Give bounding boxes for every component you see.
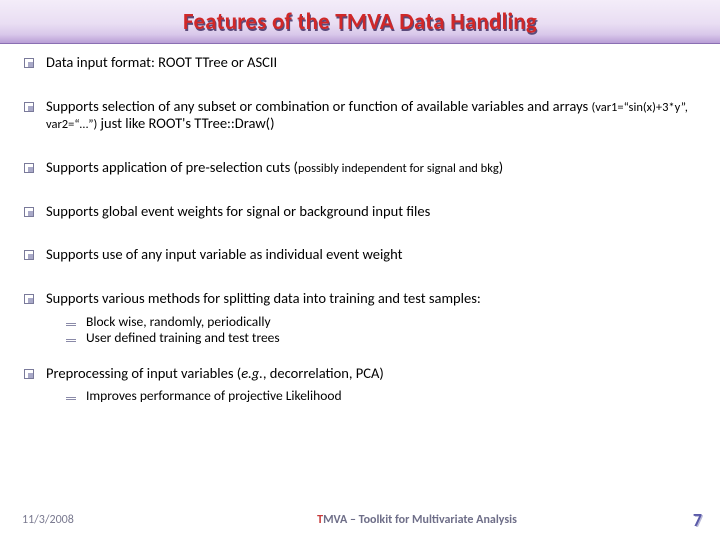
bullet-3-text-b: possibly independent for signal and bkg (298, 161, 499, 176)
bullet-7: Preprocessing of input variables (e.g., … (20, 365, 700, 383)
title-front: Features of the TMVA Data Handling (183, 8, 537, 36)
bullet-7-text-b: e.g. (241, 364, 263, 382)
bullet-3: Supports application of pre-selection cu… (20, 159, 700, 177)
slide: Features of the TMVA Data Handling Featu… (0, 0, 720, 540)
footer-date: 11/3/2008 (22, 513, 162, 527)
page-number: 7 7 (672, 509, 702, 531)
footer-center: TMVA – Toolkit for Multivariate Analysis (317, 513, 517, 527)
square-bullet-icon (24, 58, 34, 68)
bullet-5: Supports use of any input variable as in… (20, 246, 700, 264)
square-bullet-icon (24, 294, 34, 304)
bullet-5-text: Supports use of any input variable as in… (46, 246, 402, 264)
bullet-7-text: Preprocessing of input variables (e.g., … (46, 365, 384, 383)
square-bullet-icon (24, 207, 34, 217)
slide-title: Features of the TMVA Data Handling Featu… (183, 8, 537, 36)
bullet-6-text: Supports various methods for splitting d… (46, 290, 481, 308)
bullet-1: Data input format: ROOT TTree or ASCII (20, 54, 700, 72)
bullet-1-text: Data input format: ROOT TTree or ASCII (46, 54, 277, 72)
square-bullet-icon (24, 369, 34, 379)
dash-bullet-icon (66, 336, 76, 342)
square-bullet-icon (24, 102, 34, 112)
bullet-6: Supports various methods for splitting d… (20, 290, 700, 308)
bullet-4: Supports global event weights for signal… (20, 203, 700, 221)
bullet-2-text-a: Supports selection of any subset or comb… (46, 97, 591, 115)
bullet-6-sub-2-text: User defined training and test trees (86, 330, 280, 346)
dash-bullet-icon (66, 320, 76, 326)
footer-center-wrap: TMVA – Toolkit for Multivariate Analysis (162, 513, 672, 527)
title-bar: Features of the TMVA Data Handling Featu… (0, 0, 720, 44)
bullet-3-text-c: ) (499, 158, 503, 176)
bullet-7-text-a: Preprocessing of input variables ( (46, 364, 241, 382)
dash-bullet-icon (66, 394, 76, 400)
bullet-2-text: Supports selection of any subset or comb… (46, 98, 700, 133)
footer: 11/3/2008 TMVA – Toolkit for Multivariat… (0, 506, 720, 540)
square-bullet-icon (24, 250, 34, 260)
bullet-7-sub-1-text: Improves performance of projective Likel… (86, 388, 342, 404)
footer-center-rest: MVA – Toolkit for Multivariate Analysis (323, 513, 517, 527)
page-number-front: 7 (693, 509, 702, 531)
bullet-6-sub-1: Block wise, randomly, periodically (66, 314, 700, 330)
bullet-3-text: Supports application of pre-selection cu… (46, 159, 503, 177)
bullet-7-sub-1: Improves performance of projective Likel… (66, 388, 700, 404)
bullet-2-text-c: just like ROOT's TTree::Draw() (97, 114, 274, 132)
content-area: Data input format: ROOT TTree or ASCII S… (0, 44, 720, 540)
square-bullet-icon (24, 163, 34, 173)
bullet-3-text-a: Supports application of pre-selection cu… (46, 158, 298, 176)
bullet-7-text-c: , decorrelation, PCA) (263, 364, 384, 382)
bullet-6-sub-2: User defined training and test trees (66, 330, 700, 346)
bullet-2: Supports selection of any subset or comb… (20, 98, 700, 133)
bullet-6-sub-1-text: Block wise, randomly, periodically (86, 314, 271, 330)
bullet-4-text: Supports global event weights for signal… (46, 203, 430, 221)
